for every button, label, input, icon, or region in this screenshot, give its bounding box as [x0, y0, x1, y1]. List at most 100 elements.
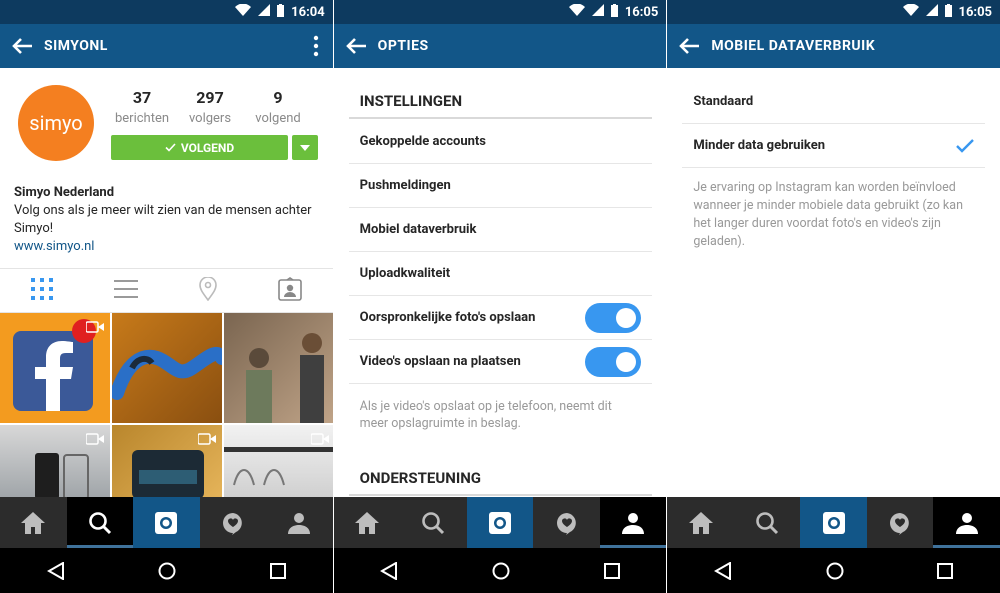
following-button-label: VOLGEND [180, 140, 235, 155]
avatar[interactable]: simyo [18, 85, 94, 161]
home-nav-icon[interactable] [158, 562, 176, 580]
stat-label: berichten [114, 111, 170, 126]
signal-icon [258, 4, 271, 20]
nav-activity[interactable] [867, 497, 934, 548]
wifi-icon [235, 3, 252, 20]
option-label: Uploadkwaliteit [359, 266, 451, 281]
back-button[interactable] [0, 24, 44, 68]
follow-dropdown-button[interactable] [292, 135, 318, 160]
option-push-notifications[interactable]: Pushmeldingen [348, 164, 652, 208]
section-divider [348, 494, 652, 496]
nav-camera[interactable] [800, 497, 867, 548]
data-usage-screen: 16:05 MOBIEL DATAVERBRUIK Standaard Mind… [667, 0, 1000, 593]
save-photos-toggle[interactable] [584, 302, 641, 333]
search-icon [756, 511, 779, 534]
option-mobile-data[interactable]: Mobiel dataverbruik [348, 208, 652, 252]
list-view-tab[interactable] [113, 279, 138, 303]
nav-search[interactable] [400, 497, 467, 548]
option-less-data[interactable]: Minder data gebruiken [682, 124, 986, 168]
photo-tile[interactable] [0, 313, 110, 423]
photo-tile[interactable] [224, 425, 333, 497]
more-vert-icon [313, 35, 318, 57]
people-photo-image [246, 333, 324, 423]
profile-link[interactable]: www.simyo.nl [14, 238, 324, 256]
system-nav-bar [0, 548, 333, 593]
photo-tile[interactable] [224, 313, 333, 423]
home-nav-icon[interactable] [492, 562, 510, 580]
check-icon [165, 143, 176, 152]
nav-activity[interactable] [200, 497, 267, 548]
following-button[interactable]: VOLGEND [111, 135, 288, 160]
recents-nav-icon[interactable] [937, 562, 954, 579]
stat-label: volgend [255, 111, 301, 126]
video-icon [85, 318, 104, 337]
map-view-tab[interactable] [199, 275, 217, 305]
back-nav-icon[interactable] [380, 561, 398, 580]
nav-profile[interactable] [933, 497, 1000, 548]
stat-following[interactable]: 9 volgend [248, 88, 308, 126]
home-icon [688, 511, 713, 534]
status-bar: 16:05 [667, 0, 1000, 24]
camera-icon [489, 511, 511, 534]
caret-down-icon [300, 144, 310, 151]
video-icon [310, 430, 329, 449]
bottom-nav [0, 497, 333, 548]
section-title-settings: INSTELLINGEN [359, 92, 463, 110]
stat-label: volgers [188, 111, 232, 126]
settings-list: Gekoppelde accounts Pushmeldingen Mobiel… [348, 120, 652, 384]
nav-home[interactable] [0, 497, 67, 548]
view-tabs [0, 268, 333, 313]
option-standard[interactable]: Standaard [682, 80, 986, 124]
nav-camera[interactable] [466, 497, 534, 548]
more-options-button[interactable] [313, 34, 319, 58]
option-label: Pushmeldingen [359, 178, 451, 193]
profile-stats: 37 berichten 297 volgers 9 volgend [112, 88, 308, 126]
checkmark-icon [956, 138, 975, 153]
option-upload-quality[interactable]: Uploadkwaliteit [348, 252, 652, 296]
stat-number: 297 [196, 88, 224, 107]
data-usage-options: Standaard Minder data gebruiken [682, 80, 986, 168]
list-icon [113, 279, 138, 298]
save-videos-toggle[interactable] [584, 346, 641, 377]
tagged-view-tab[interactable] [278, 276, 302, 305]
battery-icon [610, 3, 618, 21]
photo-tile[interactable] [0, 425, 110, 497]
back-nav-icon[interactable] [46, 561, 65, 580]
nav-camera[interactable] [133, 497, 200, 548]
options-screen: 16:05 OPTIES INSTELLINGEN Gekoppelde acc… [333, 0, 667, 593]
stat-number: 9 [273, 88, 283, 107]
camera-icon [822, 511, 845, 534]
recents-nav-icon[interactable] [603, 562, 620, 579]
option-linked-accounts[interactable]: Gekoppelde accounts [348, 120, 652, 164]
profile-name: Simyo Nederland [14, 185, 115, 200]
back-button[interactable] [667, 24, 711, 68]
status-bar: 16:04 [0, 0, 333, 24]
photo-tile[interactable] [112, 313, 222, 423]
nav-home[interactable] [334, 497, 401, 548]
page-title: OPTIES [377, 38, 429, 54]
nav-activity[interactable] [533, 497, 600, 548]
option-label: Mobiel dataverbruik [359, 222, 477, 237]
option-save-original-photos: Oorspronkelijke foto's opslaan [348, 296, 652, 340]
option-label: Oorspronkelijke foto's opslaan [359, 310, 536, 325]
nav-search[interactable] [734, 497, 801, 548]
back-button[interactable] [334, 24, 378, 68]
home-nav-icon[interactable] [826, 562, 844, 580]
back-nav-icon[interactable] [714, 561, 732, 580]
nav-home[interactable] [667, 497, 734, 548]
system-nav-bar [333, 548, 667, 593]
battery-icon [277, 3, 285, 21]
profile-icon [288, 512, 311, 534]
grid-view-tab[interactable] [30, 277, 53, 304]
stat-followers[interactable]: 297 volgers [180, 88, 240, 126]
photo-tile[interactable] [112, 425, 222, 497]
nav-search[interactable] [66, 497, 134, 548]
nav-profile[interactable] [599, 497, 667, 548]
nav-profile[interactable] [266, 497, 333, 548]
stat-posts[interactable]: 37 berichten [112, 88, 172, 126]
location-pin-icon [199, 275, 217, 301]
avatar-logo-text: simyo [29, 111, 83, 135]
option-label: Video's opslaan na plaatsen [359, 354, 521, 369]
recents-nav-icon[interactable] [269, 562, 286, 579]
activity-heart-icon [890, 512, 909, 535]
